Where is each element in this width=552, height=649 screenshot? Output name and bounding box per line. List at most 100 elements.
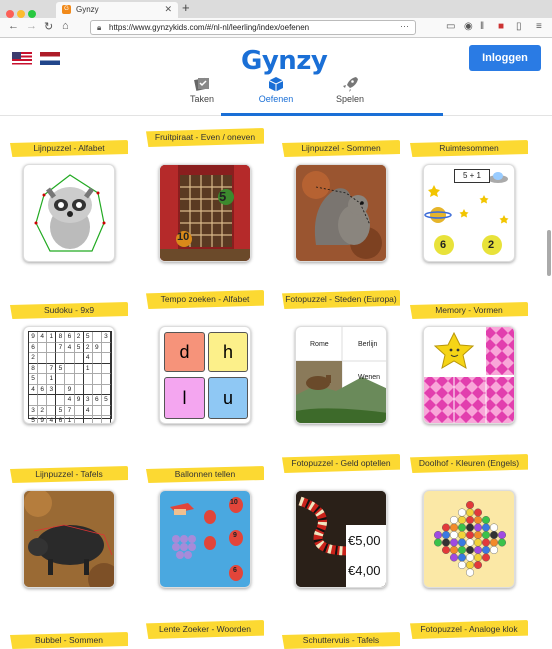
gynzy-logo[interactable]: Gynzy — [241, 46, 328, 76]
game-title: Lente Zoeker - Woorden — [146, 620, 264, 639]
game-thumbnail — [423, 326, 515, 424]
sudoku-cell — [65, 374, 75, 385]
memory-shapes-image — [424, 327, 514, 423]
gynzy-favicon-icon: G — [62, 5, 71, 14]
close-tab-icon[interactable]: ✕ — [164, 4, 172, 15]
maze-cell — [474, 508, 483, 517]
extension-icon[interactable]: ■ — [498, 21, 504, 32]
site-header: Gynzy Inloggen Taken Oefenen Spelen — [0, 38, 552, 116]
maze-cell — [466, 560, 475, 569]
maze-cell — [433, 531, 442, 540]
zoom-window-button[interactable] — [28, 10, 36, 18]
maze-cell — [450, 531, 459, 540]
maze-cell — [466, 546, 475, 555]
maze-cell — [442, 546, 451, 555]
reader-icon[interactable]: ▭ — [446, 21, 455, 32]
maze-cell — [458, 516, 467, 525]
page-scrollbar[interactable] — [547, 230, 551, 276]
game-title: Schuttervuis - Tafels — [282, 632, 400, 649]
sudoku-cell: 5 — [29, 374, 39, 385]
maze-cell — [458, 560, 467, 569]
sudoku-cell: 1 — [65, 416, 75, 423]
game-title: Ballonnen tellen — [146, 466, 264, 483]
forward-icon[interactable]: → — [26, 20, 37, 32]
game-title: Fotopuzzel - Steden (Europa) — [282, 290, 400, 309]
sudoku-cell: 4 — [83, 353, 93, 364]
maze-cell — [474, 546, 483, 555]
letter-tile: l — [164, 377, 205, 419]
sudoku-cell: 3 — [83, 395, 93, 406]
page-actions-icon[interactable]: ··· — [400, 21, 409, 31]
sudoku-cell: 7 — [56, 342, 66, 353]
money-amount: €4,00 — [348, 563, 381, 578]
login-button[interactable]: Inloggen — [469, 45, 541, 71]
browser-chrome: G Gynzy ✕ + ← → ↻ ⌂ 🔒︎ https://www.gynzy… — [0, 0, 552, 38]
letter-tile: u — [208, 377, 248, 419]
sudoku-cell — [83, 384, 93, 395]
sudoku-cell: 4 — [47, 416, 57, 423]
maze-cell — [489, 538, 498, 547]
maze-cell — [489, 531, 498, 540]
game-title: Ruimtesommen — [410, 140, 528, 157]
sudoku-cell — [74, 405, 84, 416]
sudoku-cell: 5 — [29, 416, 39, 423]
maze-cell — [450, 553, 459, 562]
game-thumbnail — [423, 490, 515, 588]
city-label: Wenen — [358, 374, 381, 381]
nl-flag-icon[interactable] — [40, 52, 60, 65]
sudoku-cell — [92, 384, 102, 395]
reload-icon[interactable]: ↻ — [44, 20, 53, 33]
new-tab-button[interactable]: + — [182, 0, 190, 15]
maze-cell — [489, 523, 498, 532]
close-window-button[interactable] — [6, 10, 14, 18]
maze-cell — [466, 531, 475, 540]
browser-tab[interactable]: G Gynzy ✕ — [56, 2, 178, 18]
game-title: Lijnpuzzel - Sommen — [282, 140, 400, 157]
game-title: Sudoku - 9x9 — [10, 302, 128, 319]
maze-cell — [466, 508, 475, 517]
back-icon[interactable]: ← — [8, 20, 19, 32]
squirrel-image — [296, 165, 386, 261]
maze-cell — [497, 538, 506, 547]
game-grid: Lijnpuzzel - Alfabet Fruitpiraat - Even … — [0, 128, 552, 649]
sudoku-cell — [74, 363, 84, 374]
sudoku-cell: 3 — [101, 332, 111, 343]
sudoku-cell — [56, 353, 66, 364]
game-thumbnail: Rome Berlijn Wenen — [295, 326, 387, 424]
menu-icon[interactable]: ≡ — [536, 21, 542, 32]
sudoku-cell — [102, 416, 111, 423]
game-title: Lijnpuzzel - Alfabet — [10, 140, 128, 157]
address-bar[interactable]: 🔒︎ https://www.gynzykids.com/#/nl-nl/lee… — [90, 20, 416, 35]
nav-item-spelen[interactable]: Spelen — [315, 76, 385, 104]
sudoku-cell: 7 — [65, 405, 75, 416]
us-flag-icon[interactable] — [12, 52, 32, 65]
maze-cell — [482, 538, 491, 547]
sudoku-cell: 6 — [56, 416, 66, 423]
sudoku-cell: 4 — [65, 342, 75, 353]
game-title: Fotopuzzel - Geld optellen — [282, 454, 400, 473]
url-text: https://www.gynzykids.com/#/nl-nl/leerli… — [109, 23, 310, 32]
shield-icon[interactable]: ◉ — [464, 21, 473, 32]
maze-cell — [474, 523, 483, 532]
maze-cell — [450, 516, 459, 525]
sudoku-cell — [47, 395, 57, 406]
maze-cell — [458, 523, 467, 532]
sudoku-cell: 5 — [83, 332, 93, 343]
nav-item-taken[interactable]: Taken — [167, 76, 237, 104]
sudoku-cell — [101, 384, 111, 395]
sudoku-cell — [65, 363, 75, 374]
sudoku-cell: 8 — [56, 332, 66, 343]
sudoku-cell: 9 — [29, 332, 39, 343]
maze-cell — [442, 531, 451, 540]
nav-item-oefenen[interactable]: Oefenen — [241, 76, 311, 104]
sudoku-cell: 3 — [29, 405, 39, 416]
sidebar-icon[interactable]: ▯ — [516, 21, 522, 32]
home-icon[interactable]: ⌂ — [62, 20, 69, 32]
minimize-window-button[interactable] — [17, 10, 25, 18]
library-icon[interactable]: ‖ — [480, 21, 484, 32]
rocket-icon — [343, 77, 358, 92]
sudoku-cell — [75, 416, 84, 423]
sudoku-cell — [74, 384, 84, 395]
sudoku-cell — [38, 374, 48, 385]
sudoku-cell — [92, 353, 102, 364]
